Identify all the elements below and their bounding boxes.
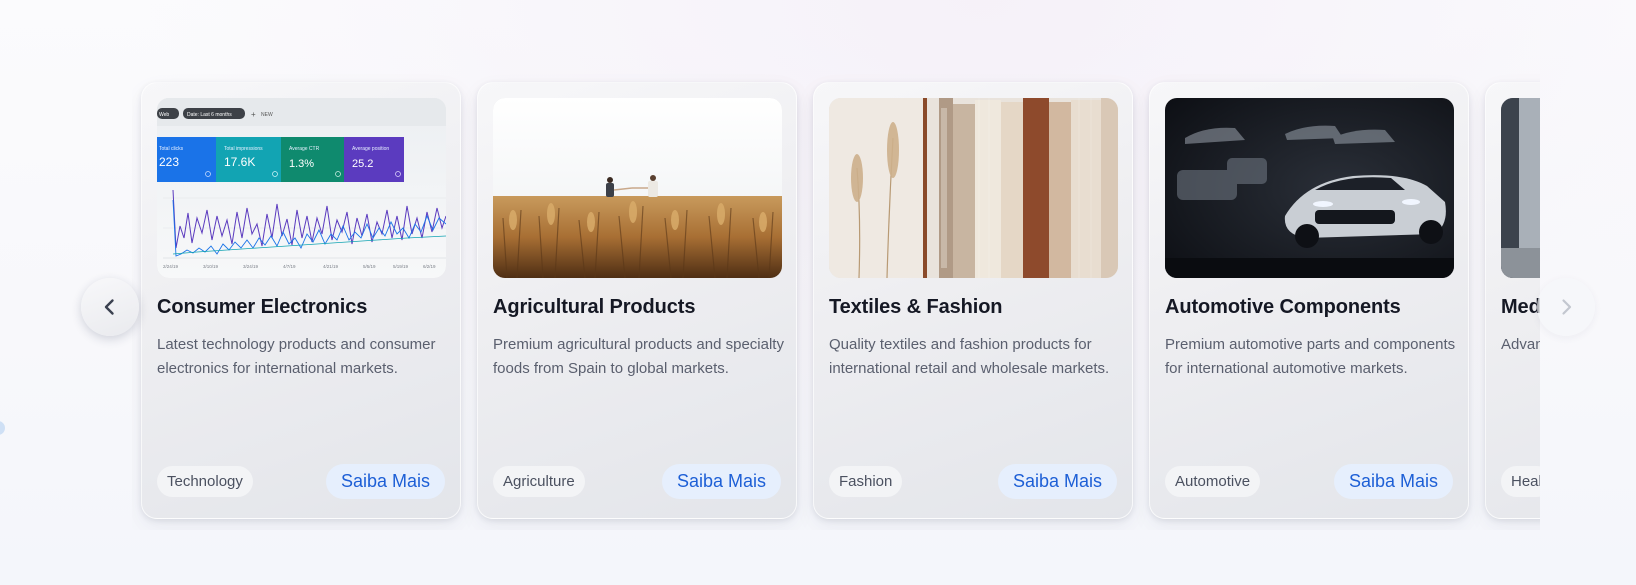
category-badge: Heal [1501,466,1540,497]
x-tick-label: 4/21/19 [323,264,339,269]
card-description: Latest technology products and consumer … [157,336,436,377]
chevron-left-icon [104,299,114,315]
card-image-wheat-field [493,98,782,278]
category-badge: Automotive [1165,466,1261,497]
card-description: Advan health [1501,336,1540,353]
product-card-agricultural-products[interactable]: Agricultural Products Premium agricultur… [477,82,797,519]
card-description: Quality textiles and fashion products fo… [829,336,1110,377]
metric-value-ctr: 1.3% [289,158,314,170]
wheat-field-photo [493,98,782,278]
product-card-automotive-components[interactable]: Automotive Components Premium automotive… [1149,82,1469,519]
filter-chip-date: Date: Last 6 months [187,112,232,118]
metric-label-clicks: Total clicks [159,146,184,152]
x-tick-label: 5/5/19 [363,264,376,269]
card-description: Premium agricultural products and specia… [493,336,784,377]
metric-label-ctr: Average CTR [289,146,320,152]
card-image-clothing-rack [829,98,1118,278]
product-card-consumer-electronics[interactable]: Web Date: Last 6 months + NEW Total clic… [141,82,461,519]
x-tick-label: 2/24/19 [163,264,179,269]
metric-label-position: Average position [352,146,389,152]
carousel-prev-button[interactable] [81,278,139,336]
metric-value-position: 25.2 [352,158,373,170]
metric-value-impressions: 17.6K [224,155,255,169]
chevron-right-icon [1562,299,1572,315]
medical-photo [1501,98,1540,278]
x-tick-label: 4/7/19 [283,264,296,269]
learn-more-button[interactable]: Saiba Mais [661,464,781,499]
sports-car-photo [1165,98,1454,278]
learn-more-button[interactable]: Saiba Mais [997,464,1117,499]
card-title: Consumer Electronics [157,296,368,318]
learn-more-button[interactable]: Saiba Mais [1333,464,1453,499]
product-card-healthcare[interactable]: Med Advan health Heal [1485,82,1540,519]
card-title: Agricultural Products [493,296,696,318]
x-tick-label: 3/10/19 [203,264,219,269]
card-description: Premium automotive parts and components … [1165,336,1456,377]
card-title: Med [1501,296,1540,318]
carousel-track: Web Date: Last 6 months + NEW Total clic… [141,82,1540,522]
metric-value-clicks: 223 [159,155,179,169]
card-image-medical [1501,98,1540,278]
category-badge: Technology [157,466,253,497]
category-badge: Fashion [829,466,903,497]
card-image-analytics-dashboard: Web Date: Last 6 months + NEW Total clic… [157,98,446,278]
svg-text:+: + [251,110,256,119]
new-filter-label: NEW [261,112,273,118]
filter-chip-web: Web [159,112,169,118]
clothing-rack-photo [829,98,1118,278]
carousel-viewport: Web Date: Last 6 months + NEW Total clic… [132,70,1540,530]
metric-label-impressions: Total impressions [224,146,263,152]
analytics-dashboard-photo: Web Date: Last 6 months + NEW Total clic… [157,98,446,278]
carousel-next-button[interactable] [1537,278,1595,336]
x-tick-label: 5/19/19 [393,264,409,269]
pagination-dot[interactable] [0,421,5,435]
category-badge: Agriculture [493,466,585,497]
card-title: Textiles & Fashion [829,296,1003,318]
product-card-textiles-fashion[interactable]: Textiles & Fashion Quality textiles and … [813,82,1133,519]
x-tick-label: 6/2/19 [423,264,436,269]
card-image-sports-car [1165,98,1454,278]
card-title: Automotive Components [1165,296,1401,318]
learn-more-button[interactable]: Saiba Mais [325,464,445,499]
x-tick-label: 3/24/19 [243,264,259,269]
